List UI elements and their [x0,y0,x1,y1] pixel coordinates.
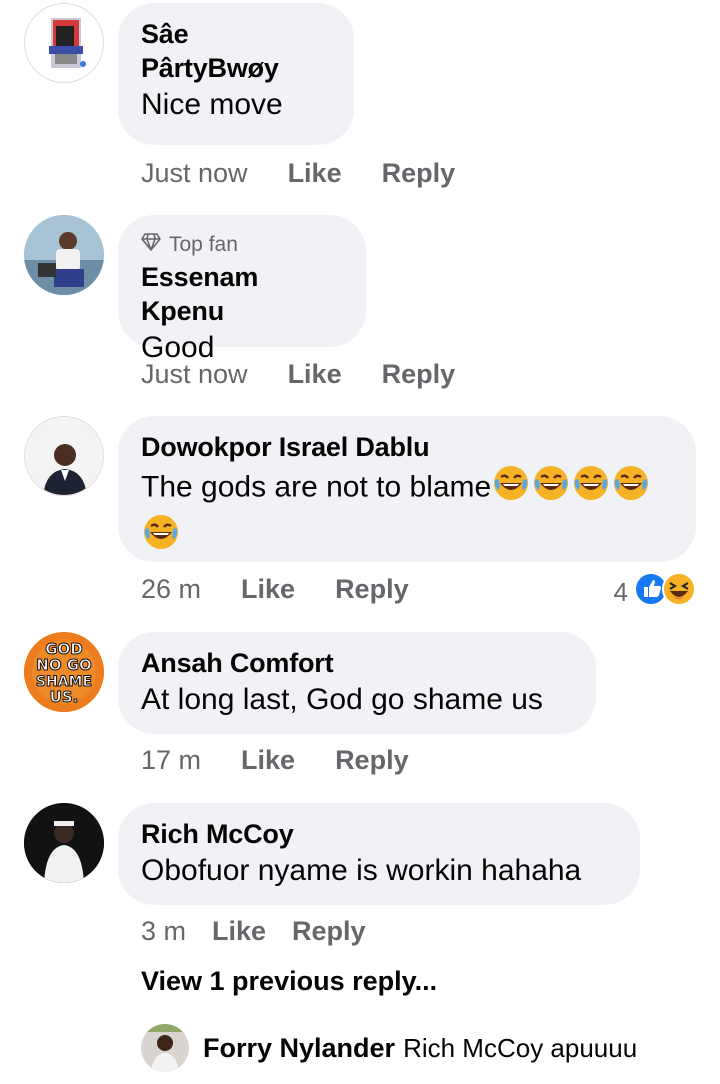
comment-actions: 3 m Like Reply [141,916,366,947]
comment-author[interactable]: Rich McCoy [141,817,616,851]
comment-bubble: Ansah Comfort At long last, God go shame… [118,632,596,734]
reply-button[interactable]: Reply [335,745,409,776]
reply-text: Rich McCoy apuuuu [403,1032,638,1063]
reply-preview[interactable]: Forry Nylander Rich McCoy apuuuu [141,1024,637,1072]
comment-time[interactable]: 26 m [141,574,201,605]
haha-reaction-icon [662,572,696,613]
avatar[interactable] [24,416,104,496]
reaction-summary[interactable]: 4 [614,572,696,613]
comment-text: The gods are not to blame [141,464,672,562]
comment-time[interactable]: Just now [141,158,248,189]
reply-button[interactable]: Reply [335,574,409,605]
comment-text: Obofuor nyame is workin hahaha [141,854,582,887]
reply-button[interactable]: Reply [382,359,456,390]
top-fan-badge: Top fan [141,232,342,258]
like-button[interactable]: Like [212,916,266,947]
avatar[interactable] [24,803,104,883]
like-button[interactable]: Like [241,574,295,605]
comment-bubble: Rich McCoy Obofuor nyame is workin hahah… [118,803,640,905]
like-button[interactable]: Like [288,359,342,390]
comment-actions: 26 m Like Reply [141,574,409,605]
crying-laughing-emoji-icon [572,464,610,513]
comment-author[interactable]: Essenam Kpenu [141,260,342,328]
comment-author[interactable]: Ansah Comfort [141,646,572,680]
like-button[interactable]: Like [288,158,342,189]
crying-laughing-emoji-icon [612,464,650,513]
comment-bubble: Dowokpor Israel Dablu The gods are not t… [118,416,696,562]
view-previous-replies-link[interactable]: View 1 previous reply... [141,966,437,997]
badge-label: Top fan [169,233,238,256]
reply-button[interactable]: Reply [292,916,366,947]
diamond-icon [141,232,161,258]
avatar[interactable] [24,215,104,295]
avatar-text: US. [50,688,79,706]
avatar-text: NO GO [36,656,92,674]
comment-bubble: Top fan Essenam Kpenu Good [118,215,366,364]
comment-text-content: The gods are not to blame [141,470,492,504]
comment-actions: Just now Like Reply [141,359,455,390]
comment-time[interactable]: Just now [141,359,248,390]
avatar[interactable] [24,3,104,83]
like-button[interactable]: Like [241,745,295,776]
reply-author[interactable]: Forry Nylander [203,1033,395,1064]
comment-text: Nice move [141,88,283,121]
avatar[interactable] [141,1024,189,1072]
crying-laughing-emoji-icon [142,513,180,562]
comment-bubble: Sâe PârtyBwøy Nice move [118,3,354,145]
comment-actions: Just now Like Reply [141,158,455,189]
comment-time[interactable]: 17 m [141,745,201,776]
comment-time[interactable]: 3 m [141,916,186,947]
comment-author[interactable]: Dowokpor Israel Dablu [141,430,672,464]
comment-actions: 17 m Like Reply [141,745,409,776]
reaction-count: 4 [613,577,628,607]
avatar[interactable]: GOD NO GO SHAME US. [24,632,104,712]
reply-button[interactable]: Reply [382,158,456,189]
crying-laughing-emoji-icon [492,464,530,513]
comment-text: At long last, God go shame us [141,683,543,716]
crying-laughing-emoji-icon [532,464,570,513]
comment-author[interactable]: Sâe PârtyBwøy [141,17,330,85]
